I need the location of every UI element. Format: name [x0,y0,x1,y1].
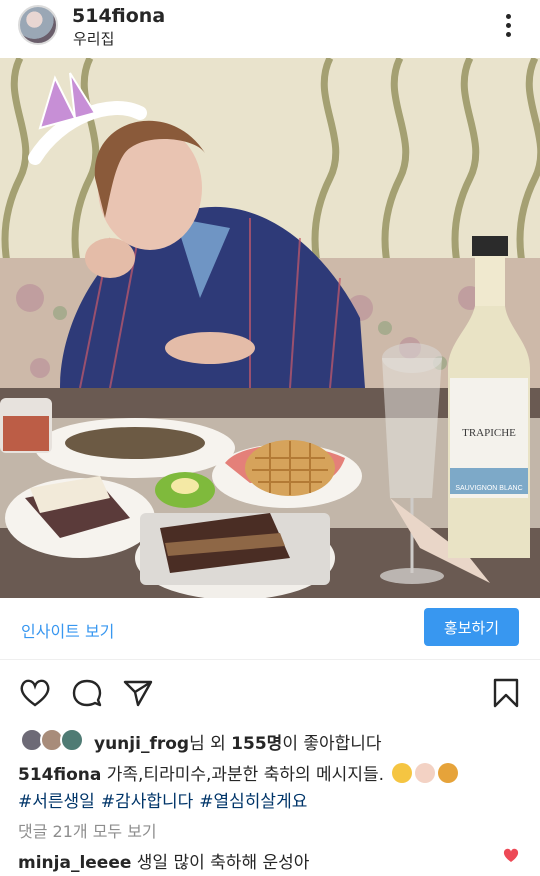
post-photo[interactable]: TRAPICHE SAUVIGNON BLANC [0,58,540,598]
view-insights-link[interactable]: 인사이트 보기 [21,618,114,642]
top-comment: minja_leeee 생일 많이 축하해 운성아 [18,848,309,873]
likes-suffix: 이 좋아합니다 [282,734,382,754]
liker-avatar [60,728,84,752]
hashtag-link[interactable]: #서른생일 [18,792,95,812]
post-actions [0,668,540,720]
bookmark-icon[interactable] [489,676,523,710]
likes-rest: 님 외 [189,734,232,754]
view-all-comments-link[interactable]: 댓글 21개 모두 보기 [18,818,157,842]
likes-text[interactable]: yunji_frog님 외 155명이 좋아합니다 [94,729,382,754]
wine-label-text: TRAPICHE [462,427,516,439]
liker-username[interactable]: yunji_frog [94,734,189,754]
likes-row: yunji_frog님 외 155명이 좋아합니다 [0,724,540,756]
post-header: 514fiona 우리집 [0,0,540,58]
comment-text: 생일 많이 축하해 운성아 [131,853,310,873]
more-vertical-icon[interactable] [498,8,518,42]
caption-text: 가족,티라미수,과분한 축하의 메시지들. [101,765,385,785]
hashtags: #서른생일 #감사합니다 #열심히살게요 [18,787,313,812]
caption-username[interactable]: 514fiona [18,765,101,785]
profile-avatar[interactable] [18,5,58,45]
insights-bar: 인사이트 보기 홍보하기 [0,598,540,660]
send-icon[interactable] [121,676,155,710]
wine-label-varietal: SAUVIGNON BLANC [455,485,522,492]
heart-outline-icon[interactable] [18,676,52,710]
post-location[interactable]: 우리집 [73,28,114,49]
post-photo-image: TRAPICHE SAUVIGNON BLANC [0,58,540,598]
promote-button[interactable]: 홍보하기 [424,608,519,646]
post-caption: 514fiona 가족,티라미수,과분한 축하의 메시지들. [18,760,459,785]
comment-icon[interactable] [70,676,104,710]
hashtag-link[interactable]: #열심히살게요 [199,792,307,812]
birthday-cake-icon [415,763,436,783]
post-username[interactable]: 514fiona [72,5,165,27]
likes-count[interactable]: 155명 [231,734,282,754]
sleepy-face-icon [392,763,413,783]
hashtag-link[interactable]: #감사합니다 [101,792,193,812]
bouquet-icon [438,763,459,783]
comment-like-heart-icon[interactable] [502,846,520,864]
comment-username[interactable]: minja_leeee [18,853,131,873]
